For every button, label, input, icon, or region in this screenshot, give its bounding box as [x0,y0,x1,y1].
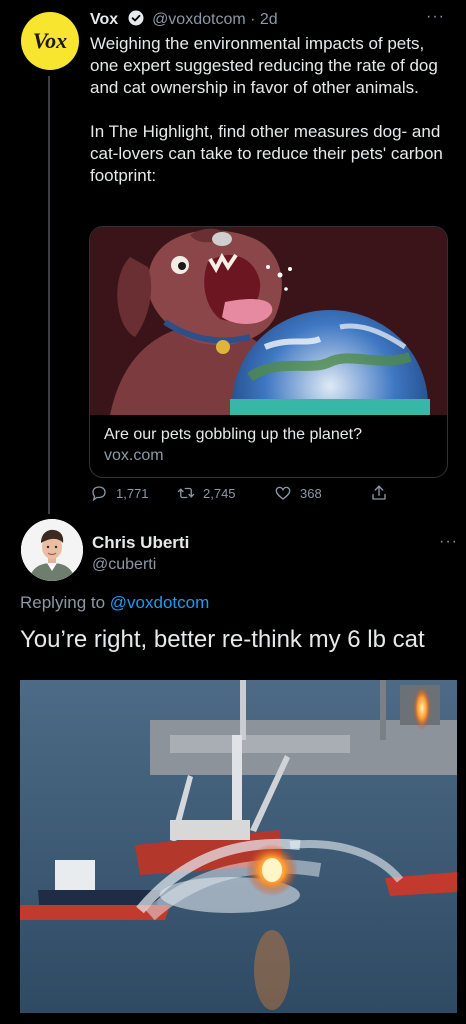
reply-action[interactable]: 1,771 [90,484,149,502]
retweet-count: 2,745 [203,485,236,501]
author-name[interactable]: Vox [90,11,118,28]
share-icon [372,485,386,500]
reply-more-icon[interactable]: ··· [439,533,458,551]
card-title[interactable]: Are our pets gobbling up the planet? [104,426,362,444]
link-card[interactable]: Are our pets gobbling up the planet? vox… [89,226,448,478]
reply-icon [92,486,106,502]
vox-avatar-logo: Vox [32,28,68,53]
reply-author-handle[interactable]: @cuberti [92,556,156,574]
retweet-action[interactable]: 2,745 [177,484,236,502]
replying-handle-link[interactable]: @voxdotcom [110,593,209,612]
verified-icon [128,10,144,26]
card-illustration [90,227,447,415]
reply-photo[interactable] [20,680,457,1013]
retweet-icon [177,487,195,499]
replying-to: Replying to @voxdotcom [20,593,209,613]
replying-prefix: Replying to [20,593,110,612]
author-handle[interactable]: @voxdotcom [152,11,246,28]
oil-rig-fire-image [20,680,457,1013]
dot-separator: · [250,11,256,28]
more-icon[interactable]: ··· [426,8,445,26]
like-count: 368 [300,485,322,501]
tweet-paragraph-2: In The Highlight, find other measures do… [90,122,443,185]
tweet-body: Weighing the environmental impacts of pe… [90,33,450,209]
tweet-time[interactable]: 2d [260,11,278,28]
like-action[interactable]: 368 [274,484,322,502]
reply-text: You’re right, better re-think my 6 lb ca… [20,626,425,653]
card-domain: vox.com [104,447,164,464]
avatar-photo [21,519,83,581]
reply-author-name[interactable]: Chris Uberti [92,533,189,553]
tweet-header: Vox @voxdotcom · 2d [90,10,278,29]
share-action[interactable] [370,484,388,502]
thread-line [48,76,50,514]
reply-count: 1,771 [116,485,149,501]
vox-avatar[interactable]: Vox [21,12,79,70]
avatar[interactable] [21,519,83,581]
like-icon [275,486,291,500]
tweet-paragraph-1: Weighing the environmental impacts of pe… [90,34,438,97]
